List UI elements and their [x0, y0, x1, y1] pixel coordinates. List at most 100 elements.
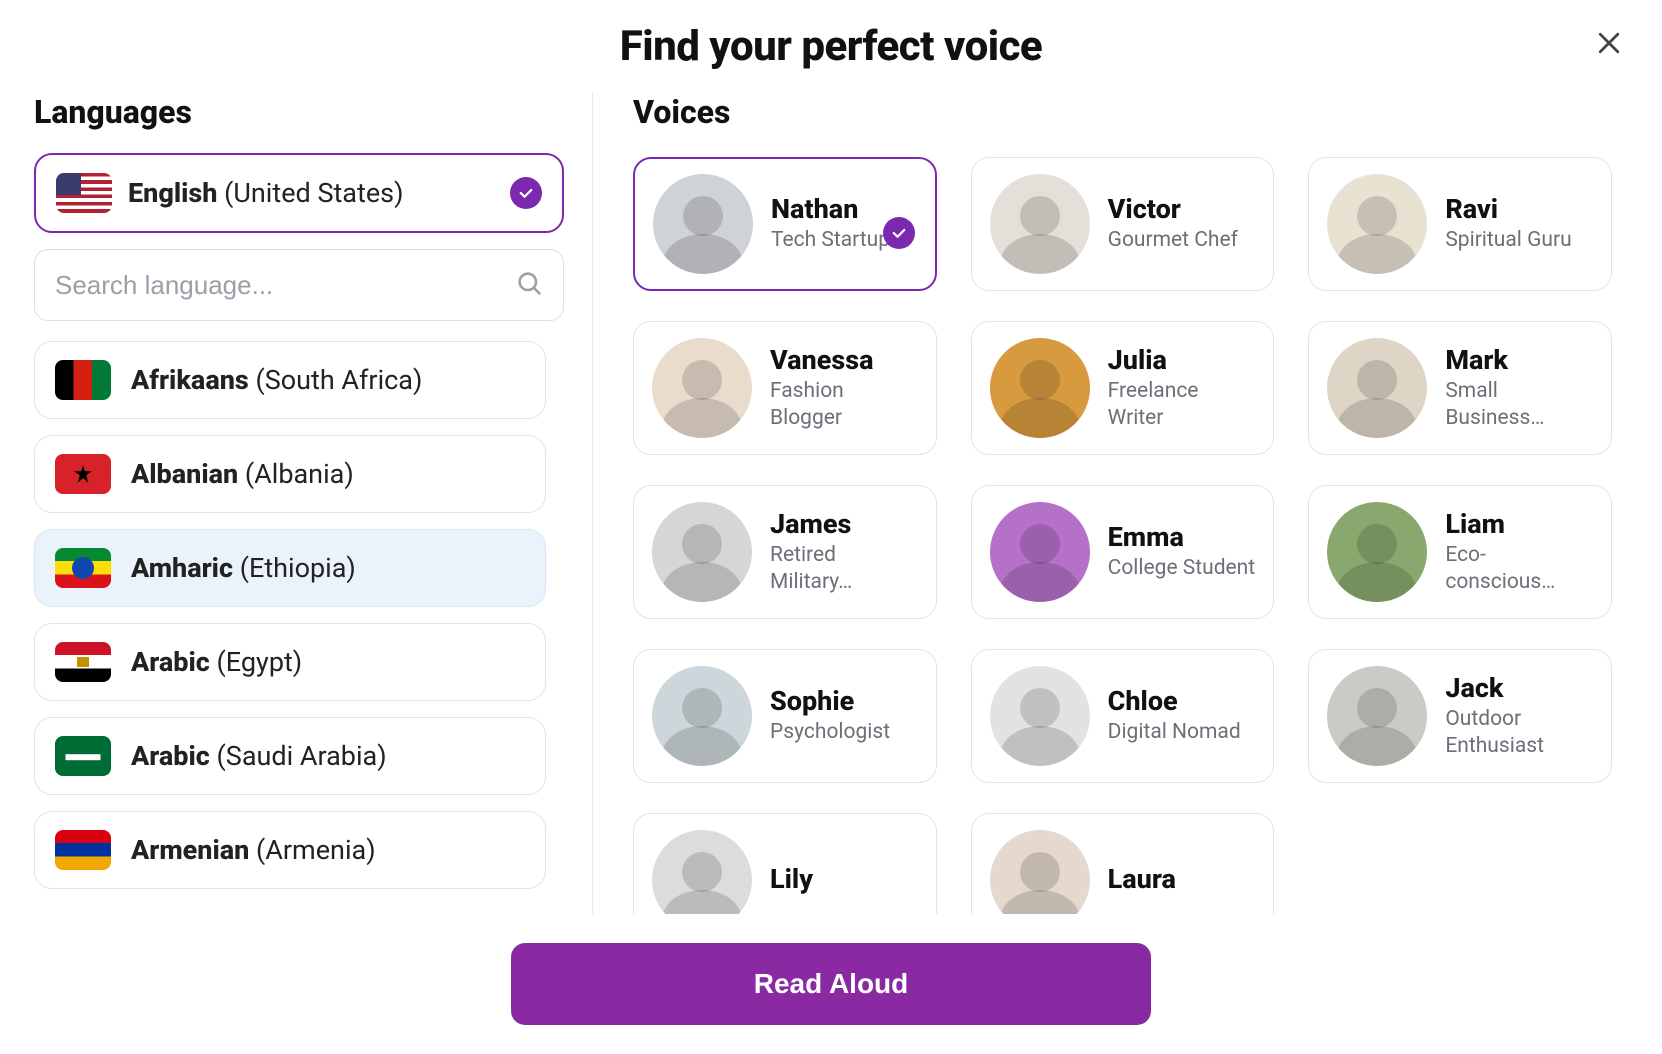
search-input[interactable] — [55, 270, 515, 301]
selected-language[interactable]: English (United States) — [34, 153, 564, 233]
voice-info: JamesRetired Military… — [770, 508, 918, 597]
flag-icon — [55, 642, 111, 682]
check-icon — [883, 217, 915, 249]
language-item[interactable]: Albanian (Albania) — [34, 435, 546, 513]
voice-description: College Student — [1108, 555, 1256, 582]
flag-icon — [55, 548, 111, 588]
voice-name: Victor — [1108, 193, 1256, 225]
voice-name: Ravi — [1445, 193, 1593, 225]
language-item[interactable]: Arabic (Egypt) — [34, 623, 546, 701]
avatar — [1327, 174, 1427, 274]
close-icon — [1594, 43, 1624, 62]
language-item[interactable]: Afrikaans (South Africa) — [34, 341, 546, 419]
voice-info: MarkSmall Business… — [1445, 344, 1593, 433]
voice-description: Eco-conscious… — [1445, 542, 1593, 597]
read-aloud-button[interactable]: Read Aloud — [511, 943, 1151, 1025]
voice-info: LiamEco-conscious… — [1445, 508, 1593, 597]
languages-heading: Languages — [34, 93, 564, 131]
voice-name: Vanessa — [770, 344, 918, 376]
voice-description: Digital Nomad — [1108, 719, 1256, 746]
voice-card[interactable]: NathanTech Startup… — [633, 157, 937, 291]
language-label: Arabic (Egypt) — [131, 646, 525, 678]
flag-icon — [55, 360, 111, 400]
avatar — [990, 174, 1090, 274]
flag-icon — [55, 830, 111, 870]
voice-card[interactable]: SophiePsychologist — [633, 649, 937, 783]
footer: Read Aloud — [0, 914, 1662, 1054]
voice-name: Chloe — [1108, 685, 1256, 717]
avatar — [652, 338, 752, 438]
language-list[interactable]: Afrikaans (South Africa) Albanian (Albani… — [34, 341, 564, 957]
language-label: Albanian (Albania) — [131, 458, 525, 490]
voices-heading: Voices — [633, 93, 1622, 131]
selected-language-label: English (United States) — [128, 177, 494, 209]
voice-card[interactable]: JackOutdoor Enthusiast — [1308, 649, 1612, 783]
voice-info: EmmaCollege Student — [1108, 521, 1256, 582]
language-label: Armenian (Armenia) — [131, 834, 525, 866]
voice-description: Fashion Blogger — [770, 378, 918, 433]
voices-panel: Voices NathanTech Startup… VictorGourmet … — [592, 93, 1662, 957]
voice-card[interactable]: EmmaCollege Student — [971, 485, 1275, 619]
voice-info: Lily — [770, 863, 918, 897]
voice-info: RaviSpiritual Guru — [1445, 193, 1593, 254]
avatar — [990, 502, 1090, 602]
voice-card[interactable]: VanessaFashion Blogger — [633, 321, 937, 455]
voice-name: Mark — [1445, 344, 1593, 376]
voice-card[interactable]: MarkSmall Business… — [1308, 321, 1612, 455]
voice-description: Freelance Writer — [1108, 378, 1256, 433]
language-item[interactable]: Arabic (Saudi Arabia) — [34, 717, 546, 795]
voice-card[interactable]: JamesRetired Military… — [633, 485, 937, 619]
voice-description: Retired Military… — [770, 542, 918, 597]
language-label: Afrikaans (South Africa) — [131, 364, 525, 396]
avatar — [1327, 666, 1427, 766]
voice-name: Laura — [1108, 863, 1256, 895]
voice-info: ChloeDigital Nomad — [1108, 685, 1256, 746]
language-item[interactable]: Armenian (Armenia) — [34, 811, 546, 889]
voice-grid[interactable]: NathanTech Startup… VictorGourmet Chef Rav… — [633, 157, 1622, 957]
voice-info: SophiePsychologist — [770, 685, 918, 746]
header: Find your perfect voice — [0, 0, 1662, 71]
close-button[interactable] — [1594, 28, 1624, 62]
flag-icon — [56, 173, 112, 213]
language-item[interactable]: Amharic (Ethiopia) — [34, 529, 546, 607]
avatar — [1327, 502, 1427, 602]
voice-description: Small Business… — [1445, 378, 1593, 433]
avatar — [990, 666, 1090, 766]
flag-icon — [55, 736, 111, 776]
avatar — [653, 174, 753, 274]
voice-info: JackOutdoor Enthusiast — [1445, 672, 1593, 761]
voice-card[interactable]: LiamEco-conscious… — [1308, 485, 1612, 619]
languages-panel: Languages English (United States) Afrika… — [0, 93, 592, 957]
voice-card[interactable]: JuliaFreelance Writer — [971, 321, 1275, 455]
avatar — [990, 338, 1090, 438]
voice-description: Spiritual Guru — [1445, 227, 1593, 254]
voice-name: Emma — [1108, 521, 1256, 553]
voice-card[interactable]: ChloeDigital Nomad — [971, 649, 1275, 783]
page-title: Find your perfect voice — [0, 22, 1662, 71]
flag-icon — [55, 454, 111, 494]
voice-card[interactable]: VictorGourmet Chef — [971, 157, 1275, 291]
main: Languages English (United States) Afrika… — [0, 93, 1662, 957]
check-icon — [510, 177, 542, 209]
voice-info: VictorGourmet Chef — [1108, 193, 1256, 254]
voice-info: VanessaFashion Blogger — [770, 344, 918, 433]
language-label: Amharic (Ethiopia) — [131, 552, 525, 584]
voice-name: James — [770, 508, 918, 540]
voice-info: JuliaFreelance Writer — [1108, 344, 1256, 433]
avatar — [652, 666, 752, 766]
avatar — [1327, 338, 1427, 438]
search-icon — [515, 269, 543, 301]
voice-description: Gourmet Chef — [1108, 227, 1256, 254]
avatar — [652, 502, 752, 602]
voice-card[interactable]: RaviSpiritual Guru — [1308, 157, 1612, 291]
language-search[interactable] — [34, 249, 564, 321]
voice-name: Sophie — [770, 685, 918, 717]
language-label: Arabic (Saudi Arabia) — [131, 740, 525, 772]
voice-name: Lily — [770, 863, 918, 895]
voice-name: Julia — [1108, 344, 1256, 376]
voice-name: Jack — [1445, 672, 1593, 704]
voice-description: Outdoor Enthusiast — [1445, 706, 1593, 761]
voice-description: Psychologist — [770, 719, 918, 746]
voice-info: Laura — [1108, 863, 1256, 897]
voice-name: Liam — [1445, 508, 1593, 540]
